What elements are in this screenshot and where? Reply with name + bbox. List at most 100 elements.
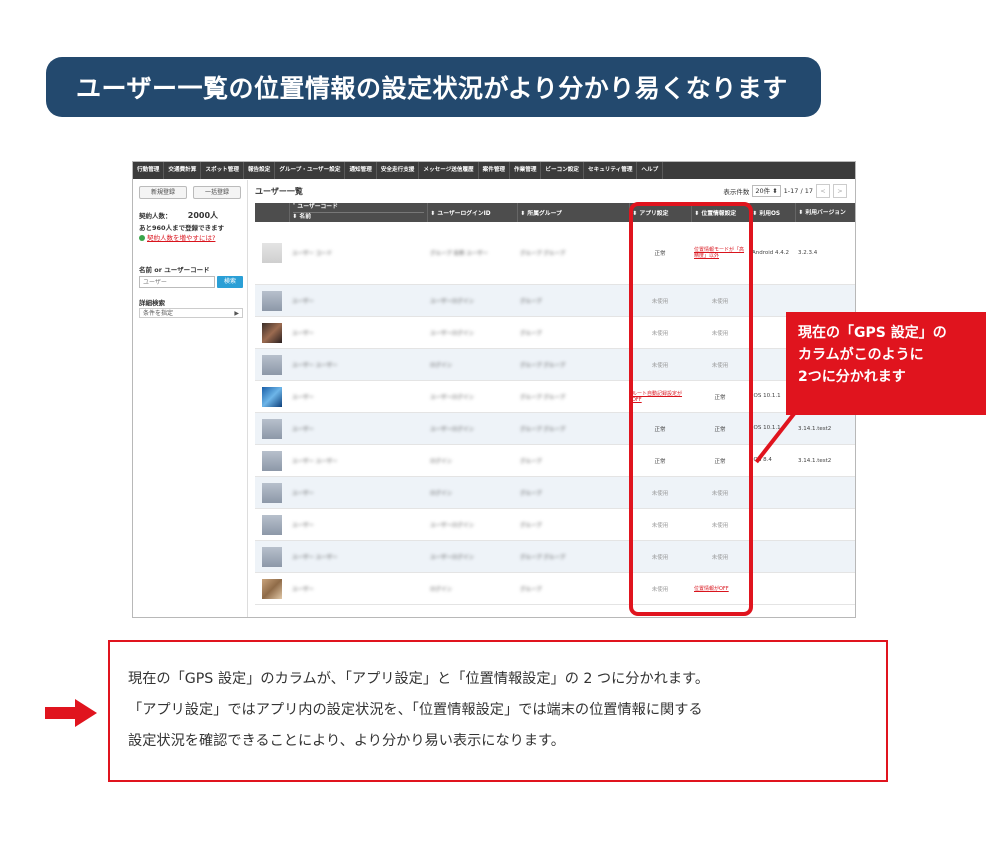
- table-row[interactable]: ユーザー ログイン グループ 未使用 位置情報がOFF: [255, 572, 855, 605]
- table-row[interactable]: ユーザー ユーザー ログイン グループ グループ 未使用 未使用: [255, 348, 855, 381]
- callout-line-2: カラムがこのように: [798, 347, 924, 363]
- group-cell: グループ: [517, 572, 629, 605]
- user-name-cell[interactable]: ユーザー: [289, 284, 427, 317]
- nav-item[interactable]: 行動管理: [133, 162, 165, 179]
- login-id-blurred: ユーザーログイン: [430, 426, 474, 433]
- increase-link[interactable]: 契約人数を増やすには?: [147, 234, 215, 242]
- col-group-label: 所属グループ: [527, 211, 562, 217]
- avatar-icon: [262, 386, 282, 407]
- version-cell: [795, 476, 855, 509]
- nav-item[interactable]: 通知管理: [345, 162, 377, 179]
- user-name-cell[interactable]: ユーザー: [289, 412, 427, 445]
- os-cell: [749, 476, 795, 509]
- os-value: Android 4.4.2: [752, 249, 790, 256]
- group-blurred: グループ: [520, 490, 542, 497]
- nav-item[interactable]: グループ・ユーザー設定: [275, 162, 346, 179]
- col-version[interactable]: ⬍ 利用バージョン: [795, 203, 855, 222]
- login-id-blurred: ログイン: [430, 362, 453, 369]
- login-id-blurred: ユーザーログイン: [430, 394, 474, 401]
- description-line-2: 「アプリ設定」ではアプリ内の設定状況を、「位置情報設定」では端末の位置情報に関す…: [128, 702, 703, 718]
- table-row[interactable]: ユーザー ユーザーログイン グループ グループ 正常 正常 iOS 10.1.1 3.14.…: [255, 412, 855, 445]
- table-row[interactable]: ユーザー ログイン グループ 未使用 未使用: [255, 476, 855, 509]
- user-name-cell[interactable]: ユーザー コード: [289, 222, 427, 285]
- col-os[interactable]: ⬍ 利用OS: [749, 203, 796, 222]
- group-blurred: グループ グループ: [520, 394, 566, 401]
- nav-item[interactable]: ヘルプ: [637, 162, 664, 179]
- user-name-blurred: ユーザー: [292, 394, 314, 401]
- detail-search-select[interactable]: 条件を指定 ▶: [139, 308, 243, 318]
- group-cell: グループ グループ: [517, 222, 629, 285]
- col-user-code-name[interactable]: ˄ ユーザーコード ⬍ 名前: [289, 203, 428, 222]
- table-row[interactable]: ユーザー コード グループ 名称 ユーザー グループ グループ 正常 位置情報モードが「…: [255, 222, 855, 285]
- group-cell: グループ グループ: [517, 348, 629, 381]
- table-row[interactable]: ユーザー ユーザーログイン グループ 未使用 未使用: [255, 284, 855, 317]
- table-row[interactable]: ユーザー ユーザーログイン グループ 未使用 未使用: [255, 508, 855, 541]
- user-name-cell[interactable]: ユーザー: [289, 316, 427, 349]
- table-row[interactable]: ユーザー ユーザーログイン グループ 未使用 未使用: [255, 316, 855, 349]
- per-page-select[interactable]: 20件 ⬍: [752, 185, 781, 197]
- detail-select-value: 条件を指定: [143, 310, 174, 317]
- contract-label: 契約人数：: [139, 212, 172, 220]
- version-value: 3.2.3.4: [798, 250, 818, 256]
- caret-right-icon: ▶: [234, 310, 239, 317]
- user-name-blurred: ユーザー ユーザー: [292, 554, 338, 561]
- login-id-cell: ログイン: [427, 572, 517, 605]
- nav-item[interactable]: 報告設定: [244, 162, 276, 179]
- nav-item[interactable]: メッセージ送信履歴: [419, 162, 479, 179]
- search-button[interactable]: 検索: [217, 276, 243, 288]
- version-value: 3.14.1.test2: [798, 457, 832, 464]
- user-name-cell[interactable]: ユーザー: [289, 508, 427, 541]
- table-row[interactable]: ユーザー ユーザー ユーザーログイン グループ グループ 未使用 未使用: [255, 540, 855, 573]
- user-name-blurred: ユーザー ユーザー: [292, 458, 338, 465]
- prev-page-button[interactable]: <: [816, 184, 830, 198]
- user-name-cell[interactable]: ユーザー ユーザー: [289, 540, 427, 573]
- version-cell: 3.14.1.test2: [795, 444, 855, 477]
- avatar-cell: [255, 508, 289, 541]
- page-title: ユーザー一覧: [255, 187, 303, 196]
- description-line-1: 現在の「GPS 設定」のカラムが、「アプリ設定」と「位置情報設定」の 2 つに分…: [128, 671, 710, 687]
- user-name-blurred: ユーザー コード: [292, 251, 333, 257]
- avatar-cell: [255, 572, 289, 605]
- group-cell: グループ: [517, 284, 629, 317]
- group-blurred: グループ: [520, 330, 542, 337]
- user-name-cell[interactable]: ユーザー ユーザー: [289, 348, 427, 381]
- os-cell: Android 4.4.2: [749, 222, 795, 285]
- group-cell: グループ グループ: [517, 380, 629, 413]
- group-cell: グループ: [517, 316, 629, 349]
- contract-value: 2000人: [187, 211, 219, 220]
- os-cell: [749, 508, 795, 541]
- nav-item[interactable]: 作業管理: [510, 162, 542, 179]
- nav-item[interactable]: セキュリティ管理: [584, 162, 638, 179]
- version-cell: 3.2.3.4: [795, 222, 855, 285]
- nav-item[interactable]: スポット管理: [201, 162, 244, 179]
- next-page-button[interactable]: >: [833, 184, 847, 198]
- col-user-code-label: ユーザーコード: [297, 204, 338, 210]
- increase-row: 契約人数を増やすには?: [139, 232, 215, 242]
- nav-item[interactable]: 安全走行支援: [377, 162, 420, 179]
- col-version-label: 利用バージョン: [805, 209, 846, 216]
- per-page-value: 20件: [755, 187, 771, 195]
- group-blurred: グループ グループ: [520, 362, 566, 369]
- right-arrow-icon: [45, 699, 97, 727]
- avatar-icon: [262, 322, 282, 343]
- search-input[interactable]: ユーザー: [139, 276, 215, 288]
- col-login-id[interactable]: ⬍ ユーザーログインID: [427, 203, 518, 222]
- login-id-cell: ユーザーログイン: [427, 284, 517, 317]
- user-name-cell[interactable]: ユーザー: [289, 572, 427, 605]
- user-name-cell[interactable]: ユーザー: [289, 476, 427, 509]
- user-table: ˄ ユーザーコード ⬍ 名前 ⬍ ユーザーログインID ⬍ 所属グループ ⬍ ア…: [255, 203, 855, 605]
- nav-item[interactable]: 交通費計算: [164, 162, 202, 179]
- bulk-register-button[interactable]: 一括登録: [193, 186, 241, 199]
- description-line-3: 設定状況を確認できることにより、より分かり易い表示になります。: [128, 733, 565, 749]
- new-register-button[interactable]: 新規登録: [139, 186, 187, 199]
- table-row[interactable]: ユーザー ユーザーログイン グループ グループ ルート自動記録設定がOFF 正常 iOS …: [255, 380, 855, 413]
- user-name-cell[interactable]: ユーザー: [289, 380, 427, 413]
- login-id-cell: ログイン: [427, 476, 517, 509]
- nav-item[interactable]: 案件管理: [479, 162, 511, 179]
- group-blurred: グループ: [520, 458, 542, 465]
- display-count-label: 表示件数: [723, 188, 750, 196]
- login-id-cell: ログイン: [427, 444, 517, 477]
- col-group[interactable]: ⬍ 所属グループ: [517, 203, 630, 222]
- nav-item[interactable]: ビーコン設定: [541, 162, 584, 179]
- user-name-cell[interactable]: ユーザー ユーザー: [289, 444, 427, 477]
